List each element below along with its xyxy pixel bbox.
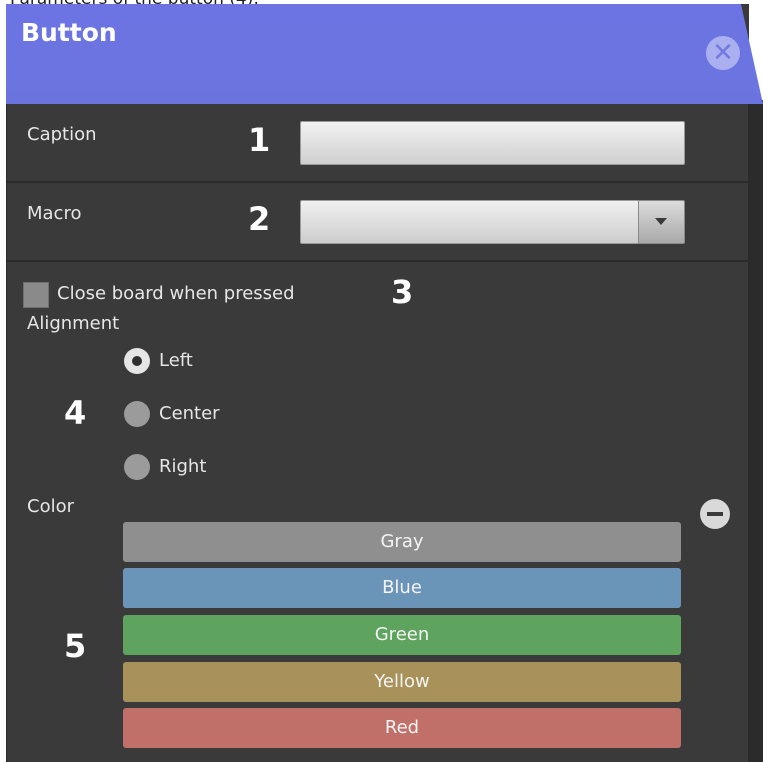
marker-1: 1 xyxy=(248,121,271,159)
close-board-label: Close board when pressed xyxy=(57,283,295,304)
radio-right[interactable] xyxy=(124,454,150,480)
color-option-red[interactable]: Red xyxy=(123,708,681,748)
color-label: Color xyxy=(27,496,74,517)
color-option-yellow[interactable]: Yellow xyxy=(123,662,681,702)
caption-input[interactable] xyxy=(300,121,685,165)
alignment-label: Alignment xyxy=(27,313,120,334)
alignment-option-center: Center xyxy=(159,403,220,424)
alignment-option-right: Right xyxy=(159,456,207,477)
radio-left[interactable] xyxy=(124,348,150,374)
macro-select[interactable] xyxy=(300,200,639,244)
close-icon[interactable]: ✕ xyxy=(706,36,740,70)
macro-label: Macro xyxy=(27,203,82,224)
radio-center[interactable] xyxy=(124,401,150,427)
minus-circle-icon[interactable] xyxy=(700,499,730,529)
chevron-down-icon[interactable] xyxy=(638,200,685,244)
caption-label: Caption xyxy=(27,124,97,145)
panel-header: Button xyxy=(6,4,763,104)
alignment-option-left: Left xyxy=(159,350,193,371)
row-divider xyxy=(6,181,748,183)
marker-2: 2 xyxy=(248,200,271,238)
close-board-checkbox[interactable] xyxy=(23,282,49,308)
color-option-green[interactable]: Green xyxy=(123,615,681,655)
marker-3: 3 xyxy=(391,273,414,311)
marker-5: 5 xyxy=(64,627,87,665)
marker-4: 4 xyxy=(64,394,87,432)
panel-title: Button xyxy=(21,18,117,47)
color-option-blue[interactable]: Blue xyxy=(123,568,681,608)
color-option-gray[interactable]: Gray xyxy=(123,522,681,562)
row-divider xyxy=(6,260,748,262)
scrollbar[interactable] xyxy=(748,100,763,762)
